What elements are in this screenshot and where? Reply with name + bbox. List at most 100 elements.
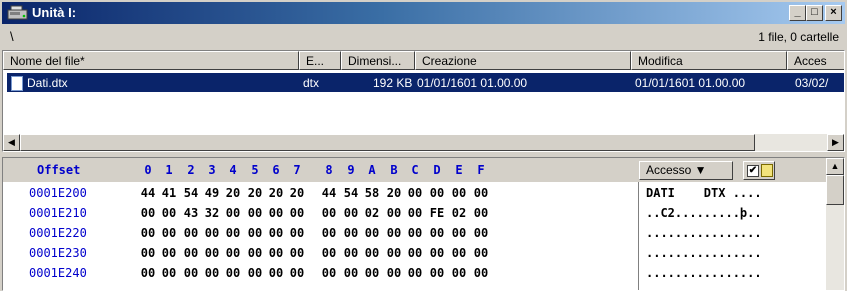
hex-row-ascii[interactable]: ................	[646, 226, 762, 240]
hex-row[interactable]: 0001E240 00 00 00 00 00 00 00 00 00 00 00 00 00 00 00 00…	[3, 265, 821, 283]
hex-byte[interactable]: 00	[181, 246, 201, 260]
hex-row-ascii[interactable]: ................	[646, 246, 762, 260]
hex-byte[interactable]: 00	[245, 206, 265, 220]
hex-byte[interactable]: 20	[245, 186, 265, 200]
scroll-right-icon[interactable]: ▶	[827, 134, 844, 151]
hex-row[interactable]: 0001E200 44 41 54 49 20 20 20 20 44 54 58 20 00 00 00 00…	[3, 185, 821, 203]
hex-byte[interactable]: 00	[449, 226, 469, 240]
hex-byte[interactable]: 00	[405, 246, 425, 260]
hex-byte[interactable]: 00	[362, 266, 382, 280]
horizontal-scroll-thumb[interactable]	[20, 134, 755, 151]
hex-byte[interactable]: 00	[427, 266, 447, 280]
file-list[interactable]: Nome del file* E... Dimensi... Creazione…	[2, 50, 845, 152]
hex-byte[interactable]: 00	[405, 266, 425, 280]
file-row[interactable]: Dati.dtx dtx 192 KB 01/01/1601 01.00.00 …	[7, 73, 844, 92]
hex-byte[interactable]: 00	[405, 226, 425, 240]
hex-byte[interactable]: 49	[202, 186, 222, 200]
hex-view[interactable]: Offset 0 1 2 3 4 5 6 7 8 9 A B C D E F A…	[2, 157, 845, 291]
hex-row-ascii[interactable]: DATI DTX ....	[646, 186, 762, 200]
hex-byte[interactable]: 00	[427, 246, 447, 260]
hex-byte[interactable]: 44	[138, 186, 158, 200]
hex-byte[interactable]: 00	[287, 226, 307, 240]
hex-byte[interactable]: 00	[223, 206, 243, 220]
access-toggle[interactable]: ✔	[743, 161, 775, 180]
hex-byte[interactable]: 00	[471, 266, 491, 280]
hex-byte[interactable]: 44	[319, 186, 339, 200]
hex-row-ascii[interactable]: ................	[646, 266, 762, 280]
hex-byte[interactable]: 54	[341, 186, 361, 200]
hex-byte[interactable]: 00	[427, 226, 447, 240]
hex-byte[interactable]: 02	[449, 206, 469, 220]
title-bar[interactable]: Unità I: _ □ ×	[2, 2, 845, 24]
hex-byte[interactable]: 00	[319, 206, 339, 220]
hex-byte[interactable]: 00	[341, 206, 361, 220]
hex-byte[interactable]: 00	[405, 206, 425, 220]
search-icon[interactable]	[761, 164, 773, 177]
hex-byte[interactable]: 00	[287, 246, 307, 260]
column-header-accessed[interactable]: Acces	[787, 51, 844, 70]
hex-byte[interactable]: 00	[471, 246, 491, 260]
hex-byte[interactable]: 00	[287, 206, 307, 220]
hex-byte[interactable]: 00	[159, 206, 179, 220]
hex-byte[interactable]: 00	[245, 226, 265, 240]
hex-byte[interactable]: 00	[266, 206, 286, 220]
hex-byte[interactable]: 00	[319, 266, 339, 280]
close-button[interactable]: ×	[825, 5, 842, 21]
hex-row[interactable]: 0001E210 00 00 43 32 00 00 00 00 00 00 02 00 00 FE 02 00…	[3, 205, 821, 223]
hex-byte[interactable]: 00	[245, 246, 265, 260]
maximize-button[interactable]: □	[806, 5, 823, 21]
hex-byte[interactable]: 20	[223, 186, 243, 200]
hex-byte[interactable]: 00	[138, 206, 158, 220]
vertical-scroll-thumb[interactable]	[826, 175, 844, 205]
scroll-up-icon[interactable]: ▲	[826, 158, 844, 175]
column-header-extension[interactable]: E...	[299, 51, 341, 70]
hex-byte[interactable]: FE	[427, 206, 447, 220]
hex-byte[interactable]: 00	[405, 186, 425, 200]
hex-byte[interactable]: 00	[202, 246, 222, 260]
hex-byte[interactable]: 00	[159, 266, 179, 280]
vertical-scrollbar[interactable]: ▲	[826, 158, 844, 290]
column-header-size[interactable]: Dimensi...	[341, 51, 415, 70]
hex-byte[interactable]: 00	[341, 226, 361, 240]
hex-byte[interactable]: 00	[202, 266, 222, 280]
hex-byte[interactable]: 20	[384, 186, 404, 200]
hex-byte[interactable]: 00	[287, 266, 307, 280]
hex-row[interactable]: 0001E230 00 00 00 00 00 00 00 00 00 00 00 00 00 00 00 00…	[3, 245, 821, 263]
hex-byte[interactable]: 00	[319, 246, 339, 260]
hex-byte[interactable]: 00	[266, 266, 286, 280]
hex-byte[interactable]: 54	[181, 186, 201, 200]
minimize-button[interactable]: _	[789, 5, 806, 21]
hex-byte[interactable]: 00	[384, 246, 404, 260]
hex-byte[interactable]: 00	[181, 266, 201, 280]
hex-byte[interactable]: 00	[362, 246, 382, 260]
hex-byte[interactable]: 00	[384, 206, 404, 220]
hex-byte[interactable]: 00	[266, 226, 286, 240]
hex-byte[interactable]: 00	[245, 266, 265, 280]
hex-row[interactable]: 0001E220 00 00 00 00 00 00 00 00 00 00 00 00 00 00 00 00…	[3, 225, 821, 243]
hex-byte[interactable]: 00	[384, 266, 404, 280]
hex-byte[interactable]: 00	[384, 226, 404, 240]
hex-byte[interactable]: 00	[223, 226, 243, 240]
hex-byte[interactable]: 41	[159, 186, 179, 200]
hex-byte[interactable]: 00	[471, 186, 491, 200]
hex-byte[interactable]: 00	[471, 206, 491, 220]
hex-byte[interactable]: 43	[181, 206, 201, 220]
hex-row-ascii[interactable]: ..C2.........þ..	[646, 206, 762, 220]
hex-byte[interactable]: 00	[138, 226, 158, 240]
hex-byte[interactable]: 32	[202, 206, 222, 220]
hex-byte[interactable]: 00	[341, 246, 361, 260]
hex-byte[interactable]: 00	[449, 186, 469, 200]
hex-byte[interactable]: 00	[138, 246, 158, 260]
hex-byte[interactable]: 00	[202, 226, 222, 240]
hex-byte[interactable]: 20	[287, 186, 307, 200]
hex-byte[interactable]: 00	[138, 266, 158, 280]
access-checkbox[interactable]: ✔	[747, 165, 759, 177]
hex-byte[interactable]: 00	[449, 246, 469, 260]
column-header-modified[interactable]: Modifica	[631, 51, 787, 70]
hex-byte[interactable]: 00	[341, 266, 361, 280]
hex-byte[interactable]: 00	[223, 266, 243, 280]
hex-byte[interactable]: 00	[471, 226, 491, 240]
scroll-left-icon[interactable]: ◀	[3, 134, 20, 151]
hex-byte[interactable]: 00	[266, 246, 286, 260]
hex-byte[interactable]: 00	[159, 226, 179, 240]
